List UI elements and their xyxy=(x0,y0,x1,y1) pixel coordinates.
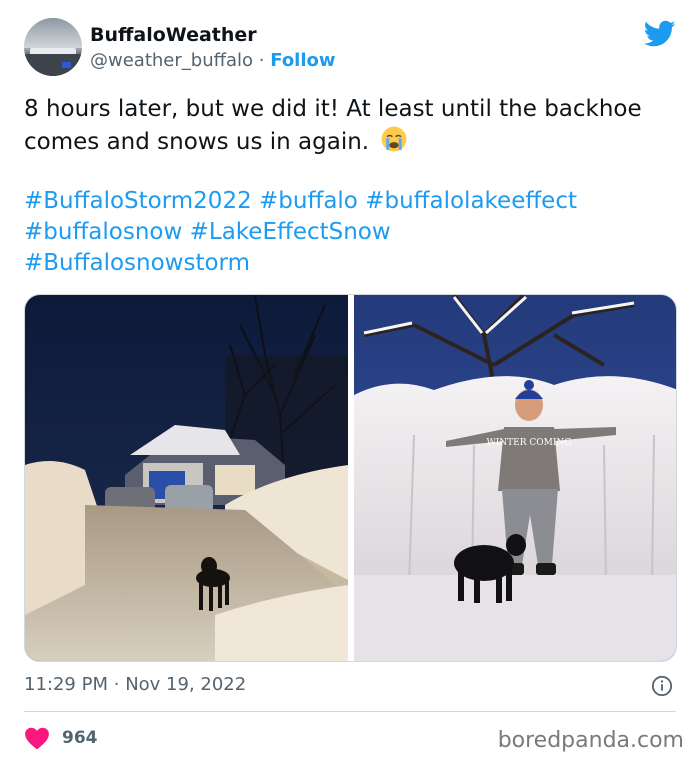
hashtag-link[interactable]: #BuffaloStorm2022 xyxy=(24,188,252,214)
handle-line: @weather_buffalo · Follow xyxy=(90,50,336,71)
timestamp-separator: · xyxy=(113,674,120,695)
tweet-media: WINTER COMING xyxy=(24,294,677,662)
tweet-time: 11:29 PM xyxy=(24,674,108,695)
heart-icon[interactable] xyxy=(24,726,50,750)
photo-driveway-night[interactable] xyxy=(25,295,348,662)
user-handle[interactable]: @weather_buffalo xyxy=(90,50,253,71)
like-count: 964 xyxy=(62,728,98,748)
crying-face-emoji-icon xyxy=(381,126,407,152)
tweet-body: 8 hours later, but we did it! At least u… xyxy=(24,96,642,155)
hashtag-link[interactable]: #buffalo xyxy=(259,188,358,214)
hashtag-link[interactable]: #LakeEffectSnow xyxy=(190,219,391,245)
divider xyxy=(24,711,676,712)
like-action[interactable]: 964 xyxy=(24,724,98,752)
tweet-date: Nov 19, 2022 xyxy=(125,674,247,695)
tweet-text: 8 hours later, but we did it! At least u… xyxy=(24,94,676,158)
photo-snow-wall[interactable]: WINTER COMING xyxy=(354,295,677,662)
hashtag-link[interactable]: #buffalosnow xyxy=(24,219,182,245)
tweet-header: BuffaloWeather @weather_buffalo · Follow xyxy=(24,18,676,80)
display-name[interactable]: BuffaloWeather xyxy=(90,24,257,46)
follow-button[interactable]: Follow xyxy=(270,50,335,71)
handle-separator: · xyxy=(258,50,265,71)
hashtag-link[interactable]: #buffalolakeeffect xyxy=(365,188,577,214)
watermark: boredpanda.com xyxy=(497,728,684,753)
tweet-timestamp[interactable]: 11:29 PM · Nov 19, 2022 xyxy=(24,674,246,695)
twitter-bird-icon[interactable] xyxy=(644,20,676,48)
hashtags: #BuffaloStorm2022 #buffalo #buffalolakee… xyxy=(24,186,676,279)
info-icon[interactable] xyxy=(651,675,673,697)
avatar[interactable] xyxy=(24,18,82,76)
shirt-text: WINTER COMING xyxy=(487,438,572,448)
hashtag-link[interactable]: #Buffalosnowstorm xyxy=(24,250,250,276)
